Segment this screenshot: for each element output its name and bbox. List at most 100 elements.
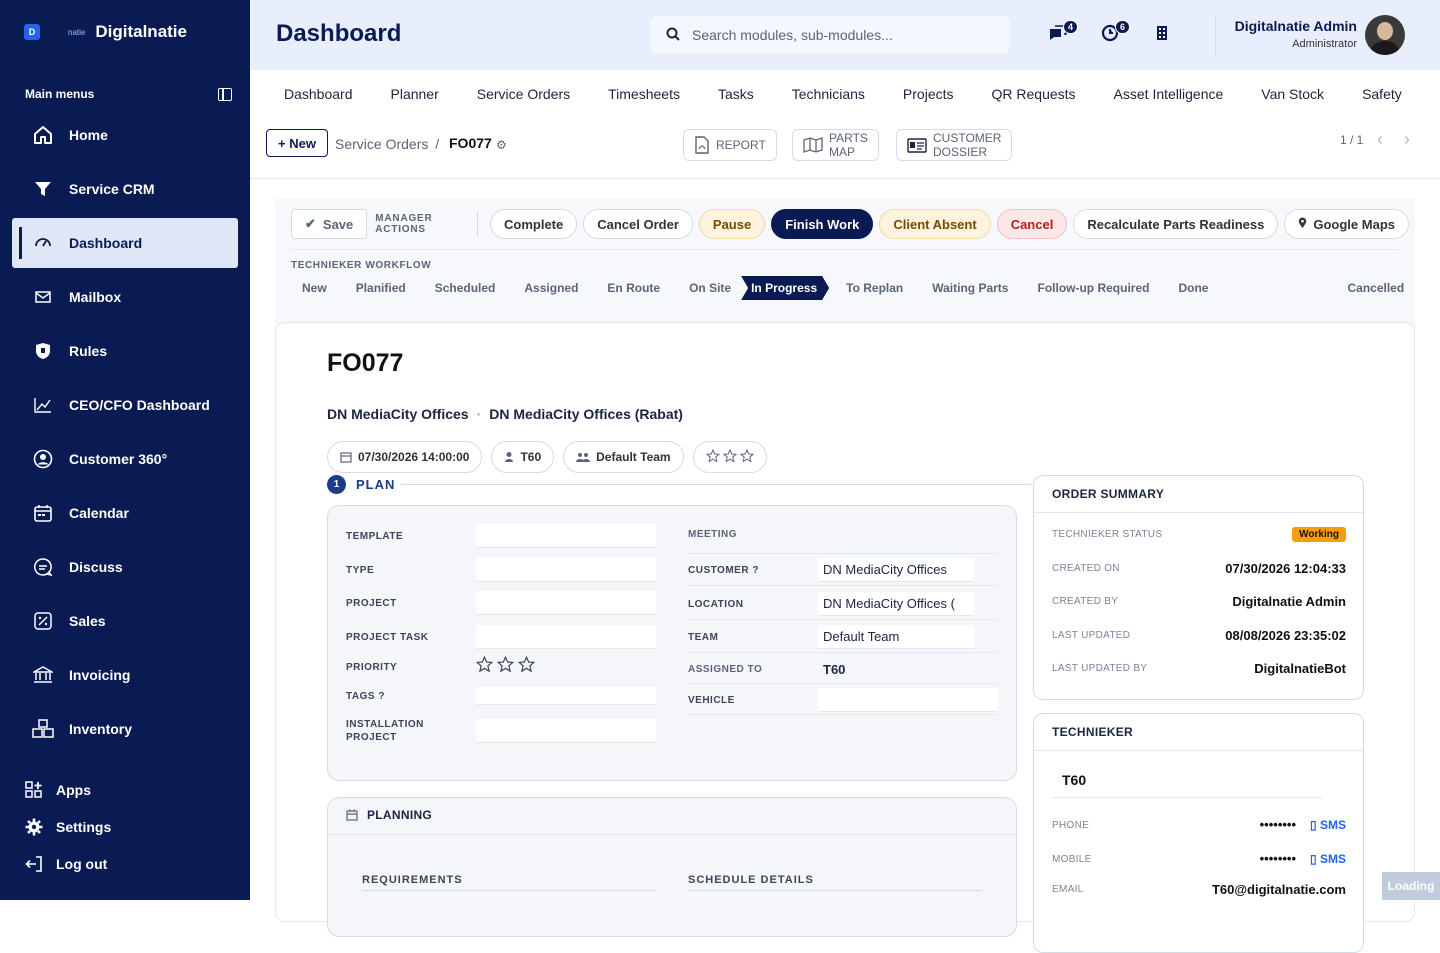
sidebar-item-calendar[interactable]: Calendar xyxy=(12,488,238,538)
sidebar-item-rules[interactable]: Rules xyxy=(12,326,238,376)
rating-chip[interactable] xyxy=(692,441,767,473)
record-gear-icon[interactable]: ⚙ xyxy=(496,138,507,152)
star-icon[interactable] xyxy=(517,655,536,678)
workflow-step-cancelled[interactable]: Cancelled xyxy=(1336,281,1404,295)
workflow-step-follow-up[interactable]: Follow-up Required xyxy=(1026,281,1149,295)
recalculate-parts-button[interactable]: Recalculate Parts Readiness xyxy=(1073,209,1279,239)
id-card-icon xyxy=(907,137,927,153)
tab-dashboard[interactable]: Dashboard xyxy=(284,84,353,102)
workflow-step-scheduled[interactable]: Scheduled xyxy=(424,281,496,295)
sidebar-item-dashboard[interactable]: Dashboard xyxy=(12,218,238,268)
tab-timesheets[interactable]: Timesheets xyxy=(608,84,680,102)
vehicle-input[interactable] xyxy=(818,688,998,712)
pause-button[interactable]: Pause xyxy=(698,209,766,239)
sidebar-item-ceo-cfo-dashboard[interactable]: CEO/CFO Dashboard xyxy=(12,380,238,430)
tab-asset-intelligence[interactable]: Asset Intelligence xyxy=(1114,84,1224,102)
star-icon[interactable] xyxy=(496,655,515,678)
date-chip[interactable]: 07/30/2026 14:00:00 xyxy=(327,441,483,473)
user-name[interactable]: Digitalnatie Admin xyxy=(1235,18,1357,34)
chat-button[interactable]: 4 xyxy=(1046,20,1078,46)
sidebar-item-service-crm[interactable]: Service CRM xyxy=(12,164,238,214)
sidebar-item-inventory[interactable]: Inventory xyxy=(12,704,238,754)
project-input[interactable] xyxy=(476,591,656,615)
workflow-step-assigned[interactable]: Assigned xyxy=(513,281,578,295)
technieker-name[interactable]: T60 xyxy=(1062,772,1086,788)
client-absent-button[interactable]: Client Absent xyxy=(879,209,991,239)
tab-safety[interactable]: Safety xyxy=(1362,84,1402,102)
tab-qr-requests[interactable]: QR Requests xyxy=(992,84,1076,102)
sidebar-apps[interactable]: Apps xyxy=(24,781,91,799)
sidebar-item-label: Discuss xyxy=(69,559,123,575)
customer-dossier-button[interactable]: CUSTOMER DOSSIER xyxy=(896,129,1013,161)
sidebar-item-discuss[interactable]: Discuss xyxy=(12,542,238,592)
project-task-input[interactable] xyxy=(476,625,656,649)
pager-prev-icon[interactable]: ‹ xyxy=(1377,129,1383,150)
mail-icon xyxy=(32,291,54,303)
technician-chip[interactable]: T60 xyxy=(491,441,555,473)
workflow-step-planified[interactable]: Planified xyxy=(345,281,406,295)
sidebar-item-sales[interactable]: Sales xyxy=(12,596,238,646)
team-chip[interactable]: Default Team xyxy=(563,441,684,473)
sidebar-item-customer-360[interactable]: Customer 360° xyxy=(12,434,238,484)
star-icon[interactable] xyxy=(475,655,494,678)
template-input[interactable] xyxy=(476,524,656,548)
tags-input[interactable] xyxy=(476,687,656,705)
tab-tasks[interactable]: Tasks xyxy=(718,84,754,102)
tab-planner[interactable]: Planner xyxy=(391,84,439,102)
workflow-step-new[interactable]: New xyxy=(291,281,327,295)
pager-next-icon[interactable]: › xyxy=(1404,129,1410,150)
save-button[interactable]: ✔ Save xyxy=(291,209,368,239)
star-icon[interactable] xyxy=(739,448,754,466)
parts-map-button[interactable]: PARTS MAP xyxy=(792,129,879,161)
star-icon[interactable] xyxy=(705,448,720,466)
phone-sms-link[interactable]: ▯ SMS xyxy=(1310,818,1346,832)
order-site[interactable]: DN MediaCity Offices (Rabat) xyxy=(489,406,683,422)
google-maps-button[interactable]: Google Maps xyxy=(1284,209,1409,239)
customer-input[interactable]: DN MediaCity Offices xyxy=(818,558,974,582)
finish-work-button[interactable]: Finish Work xyxy=(771,209,874,239)
tab-projects[interactable]: Projects xyxy=(903,84,954,102)
tab-van-stock[interactable]: Van Stock xyxy=(1261,84,1324,102)
planning-header[interactable]: PLANNING xyxy=(346,808,432,822)
field-project-task: PROJECT TASK xyxy=(346,625,656,649)
sidebar-toggle-icon[interactable] xyxy=(218,88,232,101)
mobile-sms-link[interactable]: ▯ SMS xyxy=(1310,852,1346,866)
tab-service-orders[interactable]: Service Orders xyxy=(477,84,570,102)
cancel-button[interactable]: Cancel xyxy=(996,209,1068,239)
workflow-step-on-site[interactable]: On Site xyxy=(678,281,731,295)
field-template: TEMPLATE xyxy=(346,524,656,548)
cancel-order-button[interactable]: Cancel Order xyxy=(583,209,693,239)
workflow-step-in-progress[interactable]: In Progress xyxy=(741,276,830,300)
team-input[interactable]: Default Team xyxy=(818,625,974,649)
sidebar-item-invoicing[interactable]: Invoicing xyxy=(12,650,238,700)
sidebar-item-mailbox[interactable]: Mailbox xyxy=(12,272,238,322)
user-circle-icon xyxy=(32,449,54,469)
tab-technicians[interactable]: Technicians xyxy=(792,84,865,102)
pager-value[interactable]: 1 / 1 xyxy=(1340,133,1363,147)
workflow-step-waiting-parts[interactable]: Waiting Parts xyxy=(921,281,1008,295)
workflow-step-to-replan[interactable]: To Replan xyxy=(835,281,903,295)
type-input[interactable] xyxy=(476,558,656,582)
star-icon[interactable] xyxy=(722,448,737,466)
breadcrumb-parent[interactable]: Service Orders / xyxy=(335,136,439,152)
assigned-to-value[interactable]: T60 xyxy=(818,657,974,681)
search-box[interactable] xyxy=(650,16,1010,54)
search-input[interactable] xyxy=(692,27,982,43)
complete-button[interactable]: Complete xyxy=(490,209,578,239)
workflow-step-done[interactable]: Done xyxy=(1167,281,1208,295)
sidebar-settings[interactable]: Settings xyxy=(24,818,111,836)
order-customer[interactable]: DN MediaCity Offices xyxy=(327,406,469,422)
sidebar-logout[interactable]: Log out xyxy=(24,855,107,873)
company-button[interactable] xyxy=(1150,24,1174,46)
avatar[interactable] xyxy=(1365,15,1405,55)
activity-button[interactable]: 6 xyxy=(1098,20,1130,46)
sidebar-item-home[interactable]: Home xyxy=(12,110,238,160)
report-button[interactable]: REPORT xyxy=(683,129,777,161)
location-input[interactable]: DN MediaCity Offices ( xyxy=(818,592,974,616)
installation-project-input[interactable] xyxy=(476,719,656,743)
new-button[interactable]: + New xyxy=(266,129,328,157)
requirements-heading: REQUIREMENTS xyxy=(362,874,463,886)
workflow-step-en-route[interactable]: En Route xyxy=(596,281,660,295)
brand[interactable]: D natie Digitalnatie xyxy=(24,22,187,42)
email-value[interactable]: T60@digitalnatie.com xyxy=(1212,882,1346,897)
